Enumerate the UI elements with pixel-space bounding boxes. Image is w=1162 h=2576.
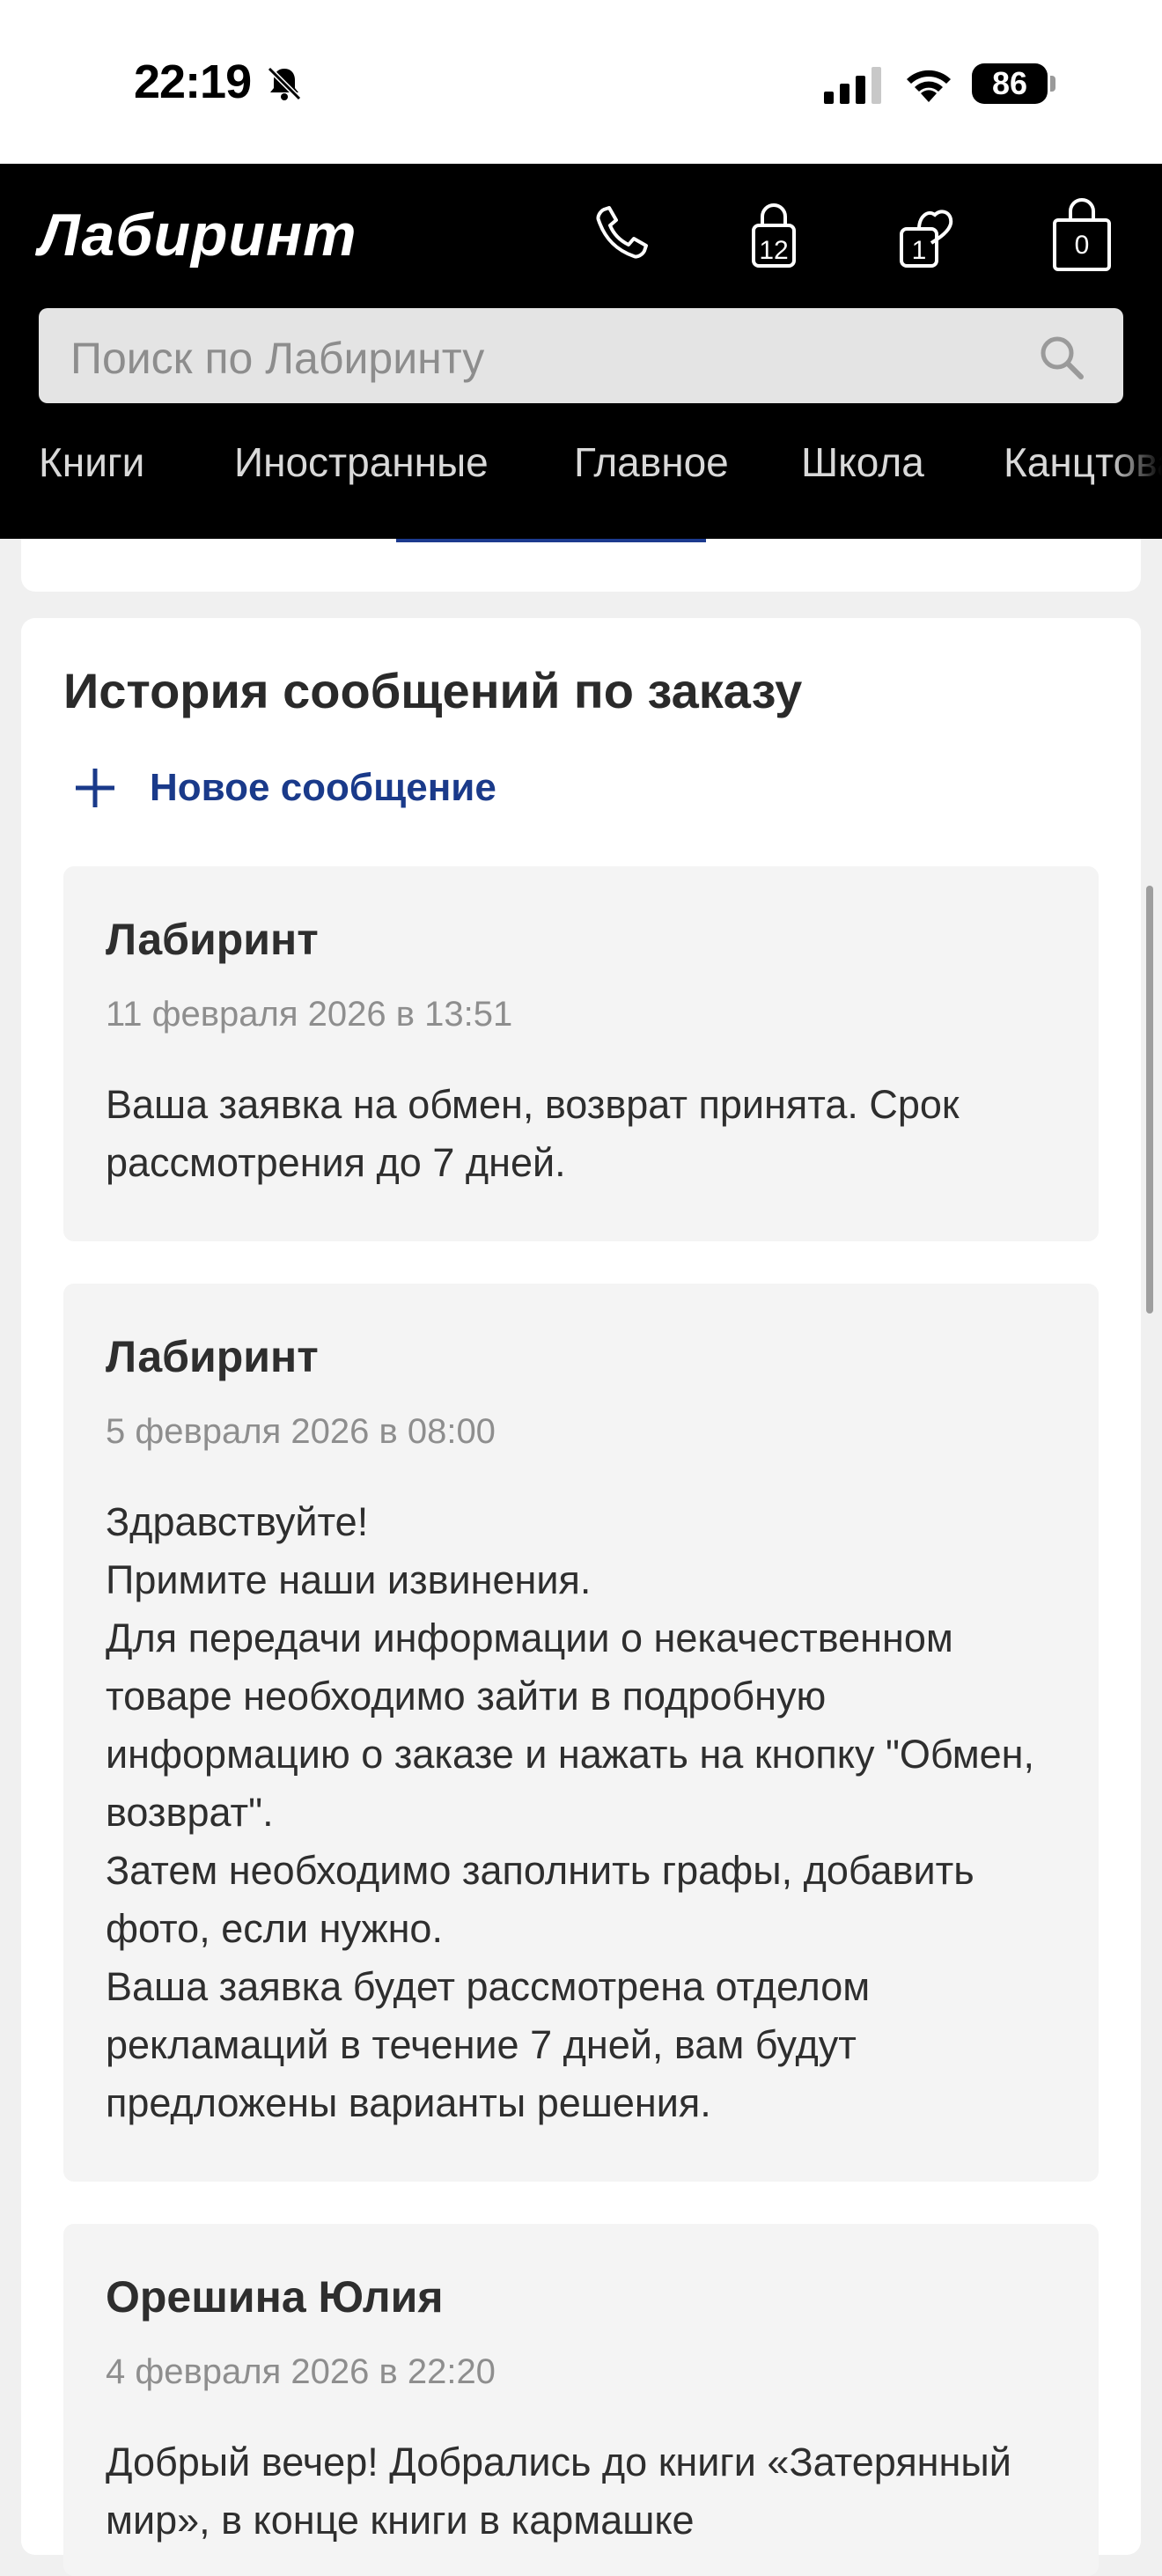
search-input[interactable]: Поиск по Лабиринту (39, 308, 1123, 403)
new-message-label: Новое сообщение (150, 766, 496, 809)
message-text: Здравствуйте! Примите наши извинения. Дл… (106, 1499, 1035, 2125)
previous-card (21, 539, 1141, 592)
scrollbar[interactable] (1146, 886, 1153, 1314)
message-date: 5 февраля 2026 в 08:00 (106, 1412, 496, 1451)
section-title: История сообщений по заказу (63, 663, 803, 718)
orders-count: 12 (759, 236, 789, 265)
battery-icon: 86 (972, 63, 1048, 104)
message-item: Орешина Юлия 4 февраля 2026 в 22:20 Добр… (63, 2224, 1099, 2576)
message-text: Добрый вечер! Добрались до книги «Затеря… (106, 2440, 1011, 2543)
message-text: Ваша заявка на обмен, возврат принята. С… (106, 1082, 960, 1185)
wifi-icon (907, 70, 951, 102)
cart-count: 0 (1074, 231, 1090, 260)
status-bar: 22:19 86 (0, 0, 1162, 164)
nav-item-school[interactable]: Школа (801, 438, 924, 486)
heart-bag-icon[interactable]: 1 (886, 190, 965, 278)
message-author: Лабиринт (106, 915, 319, 964)
plus-icon (76, 769, 114, 807)
battery-nub (1050, 76, 1055, 92)
signal-icon (824, 67, 881, 104)
phone-icon[interactable] (581, 190, 660, 278)
status-time: 22:19 (134, 55, 252, 108)
site-header: Лабиринт 12 1 0 Поиск по Лабиринту Книги… (0, 164, 1162, 539)
logo[interactable]: Лабиринт (39, 201, 357, 269)
message-author: Орешина Юлия (106, 2272, 444, 2322)
category-nav: Книги Иностранные Главное Школа Канцтова… (0, 424, 1162, 504)
nav-fade (1109, 424, 1162, 504)
search-placeholder: Поиск по Лабиринту (70, 334, 485, 383)
nav-item-books[interactable]: Книги (39, 438, 144, 486)
previous-card-link-underline (396, 539, 706, 542)
favorites-count: 1 (911, 236, 927, 265)
search-icon[interactable] (1037, 333, 1086, 382)
message-author: Лабиринт (106, 1332, 319, 1381)
message-item: Лабиринт 11 февраля 2026 в 13:51 Ваша за… (63, 866, 1099, 1241)
message-date: 11 февраля 2026 в 13:51 (106, 995, 513, 1034)
lock-bag-icon[interactable]: 12 (734, 190, 813, 278)
cart-bag-icon[interactable]: 0 (1042, 190, 1122, 278)
new-message-button[interactable]: Новое сообщение (70, 757, 496, 819)
nav-item-foreign[interactable]: Иностранные (234, 438, 489, 486)
nav-item-main[interactable]: Главное (574, 438, 729, 486)
message-date: 4 февраля 2026 в 22:20 (106, 2352, 496, 2391)
message-item: Лабиринт 5 февраля 2026 в 08:00 Здравств… (63, 1284, 1099, 2182)
bell-slash-icon (267, 66, 302, 101)
